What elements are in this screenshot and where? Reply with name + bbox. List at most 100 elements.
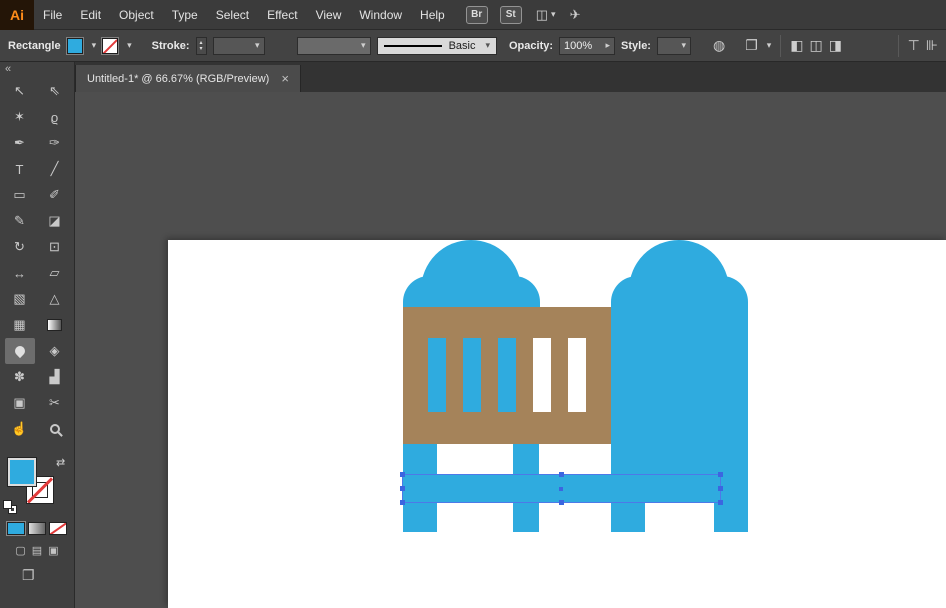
stroke-weight-field[interactable]: ▾ [212, 36, 265, 55]
crib-slat-2[interactable] [463, 338, 481, 412]
draw-normal-icon[interactable]: ▢ [15, 544, 25, 557]
stroke-color-swatch[interactable] [102, 37, 119, 54]
style-dropdown[interactable]: ▾ [656, 36, 691, 55]
workspace-caret-icon[interactable]: ▾ [551, 9, 556, 20]
menu-view[interactable]: View [307, 0, 351, 30]
style-caret-icon[interactable]: ▾ [681, 40, 686, 51]
draw-inside-icon[interactable]: ▣ [48, 544, 58, 557]
tool-artboard[interactable]: ▣ [5, 390, 35, 416]
tool-magic-wand[interactable]: ✶ [5, 104, 35, 130]
tool-paintbrush[interactable]: ✐ [40, 182, 70, 208]
tool-scale[interactable]: ⊡ [40, 234, 70, 260]
symbol-sprayer-icon: ✽ [14, 369, 25, 384]
menu-help[interactable]: Help [411, 0, 454, 30]
draw-behind-icon[interactable]: ▤ [32, 544, 42, 557]
align-left-icon[interactable]: ◧ [790, 37, 803, 54]
selection-handle-bottom-left[interactable] [400, 500, 405, 505]
tool-width[interactable]: ↔ [5, 260, 35, 286]
tool-slice[interactable]: ✂ [40, 390, 70, 416]
selection-handle-top-left[interactable] [400, 472, 405, 477]
screen-mode-icon[interactable]: ❐ [22, 567, 35, 584]
selection-handle-mid-left[interactable] [400, 486, 405, 491]
vertical-align-top-icon[interactable]: ⊤ [908, 37, 920, 54]
tool-mesh[interactable]: ▦ [5, 312, 35, 338]
opacity-caret-icon[interactable]: ▸ [605, 40, 610, 51]
align-right-icon[interactable]: ◨ [829, 37, 842, 54]
tool-shape-builder[interactable]: ▧ [5, 286, 35, 312]
selection-handle-mid-right[interactable] [718, 486, 723, 491]
document-setup-caret-icon[interactable]: ▾ [767, 40, 772, 51]
tool-rectangle[interactable]: ▭ [5, 182, 35, 208]
selection-center-point[interactable] [559, 487, 563, 491]
menu-effect[interactable]: Effect [258, 0, 306, 30]
align-center-icon[interactable]: ◫ [810, 37, 823, 54]
tool-curvature[interactable]: ✑ [40, 130, 70, 156]
brush-definition-dropdown[interactable]: Basic ▾ [376, 36, 497, 55]
collapse-panel-icon[interactable]: « [5, 63, 11, 75]
crib-slat-gap-1[interactable] [533, 338, 551, 412]
tool-type[interactable]: T [5, 156, 35, 182]
tool-line-segment[interactable]: ╱ [40, 156, 70, 182]
menu-file[interactable]: File [34, 0, 71, 30]
document-tab-bar: Untitled-1* @ 66.67% (RGB/Preview) × [75, 62, 946, 92]
crib-slat-3[interactable] [498, 338, 516, 412]
stepper-down-icon[interactable]: ▾ [200, 46, 203, 52]
selection-handle-top-right[interactable] [718, 472, 723, 477]
selection-handle-bottom-right[interactable] [718, 500, 723, 505]
selection-type-label: Rectangle [8, 39, 61, 52]
width-tool-icon: ↔ [13, 265, 26, 281]
stroke-caret-icon[interactable]: ▾ [127, 40, 132, 51]
lasso-icon: ϱ [50, 109, 59, 125]
tool-selection[interactable]: ↖ [5, 78, 35, 104]
tool-free-transform[interactable]: ▱ [40, 260, 70, 286]
tool-symbol-sprayer[interactable]: ✽ [5, 364, 35, 390]
crib-slat-1[interactable] [428, 338, 446, 412]
distribute-icon[interactable]: ⊪ [926, 37, 938, 54]
brush-caret-icon[interactable]: ▾ [485, 40, 490, 51]
fill-proxy-swatch[interactable] [8, 458, 36, 486]
close-tab-icon[interactable]: × [281, 71, 289, 86]
document-setup-icon[interactable]: ❐ [745, 37, 758, 54]
gradient-button[interactable] [28, 522, 46, 535]
variable-width-profile-dropdown[interactable]: ▾ [296, 36, 371, 55]
menu-window[interactable]: Window [350, 0, 411, 30]
tool-zoom[interactable] [40, 416, 70, 442]
selection-handle-bottom-center[interactable] [559, 500, 564, 505]
workspace-layout-icon[interactable]: ◫ [536, 7, 548, 23]
crib-slat-gap-2[interactable] [568, 338, 586, 412]
tool-perspective-grid[interactable]: △ [40, 286, 70, 312]
fill-color-swatch[interactable] [66, 37, 83, 54]
tool-direct-selection[interactable]: ⇖ [40, 78, 70, 104]
tool-pencil[interactable]: ✎ [5, 208, 35, 234]
eraser-icon: ◪ [48, 213, 61, 228]
selection-handle-top-center[interactable] [559, 472, 564, 477]
tool-eyedropper[interactable] [4, 338, 35, 364]
menu-select[interactable]: Select [207, 0, 258, 30]
eyedropper-icon [12, 343, 27, 359]
menu-edit[interactable]: Edit [71, 0, 110, 30]
tool-rotate[interactable]: ↻ [5, 234, 35, 260]
tool-gradient[interactable] [40, 312, 70, 338]
fill-caret-icon[interactable]: ▾ [92, 40, 97, 51]
tool-column-graph[interactable]: ▟ [40, 364, 70, 390]
bridge-button[interactable]: Br [465, 5, 488, 24]
swap-fill-stroke-icon[interactable]: ⇄ [56, 456, 65, 469]
color-button[interactable] [7, 522, 25, 535]
stroke-weight-caret-icon[interactable]: ▾ [255, 40, 260, 51]
recolor-artwork-icon[interactable]: ◍ [713, 37, 725, 54]
tool-lasso[interactable]: ϱ [40, 104, 70, 130]
tool-blend[interactable]: ◈ [40, 338, 70, 364]
stroke-weight-stepper[interactable]: ▴ ▾ [195, 36, 207, 55]
document-tab[interactable]: Untitled-1* @ 66.67% (RGB/Preview) × [75, 65, 301, 92]
menu-object[interactable]: Object [110, 0, 163, 30]
width-profile-caret-icon[interactable]: ▾ [361, 40, 366, 51]
tool-eraser[interactable]: ◪ [40, 208, 70, 234]
tool-pen[interactable]: ✒ [5, 130, 35, 156]
default-fill-icon[interactable] [3, 500, 12, 509]
none-button[interactable] [49, 522, 67, 535]
tool-hand[interactable]: ☝ [5, 416, 35, 442]
opacity-field[interactable]: 100% ▸ [559, 36, 616, 55]
stock-button[interactable]: St [499, 5, 522, 24]
menu-type[interactable]: Type [163, 0, 207, 30]
gpu-performance-icon[interactable]: ✈ [570, 7, 581, 23]
